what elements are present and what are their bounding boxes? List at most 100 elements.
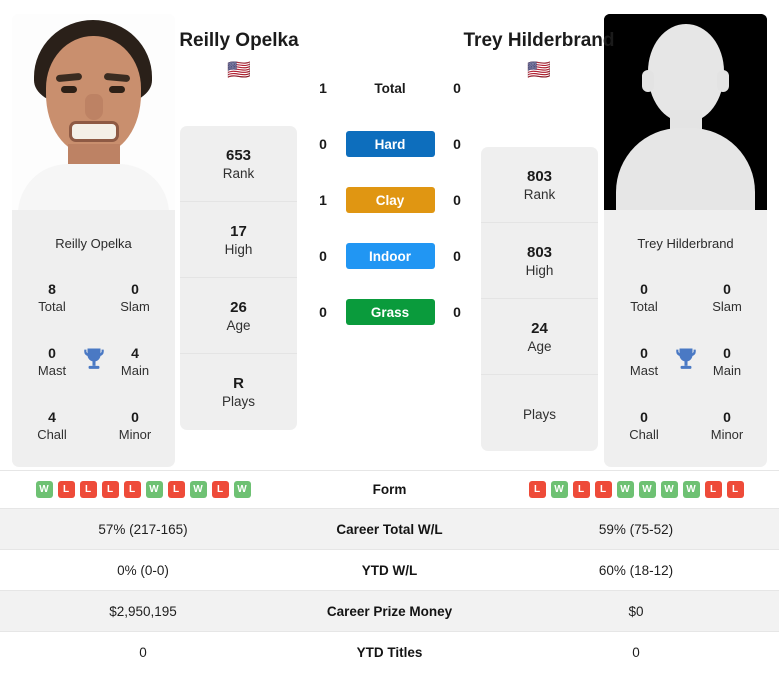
stat-label: Age — [226, 317, 251, 333]
left-cell: 0% (0-0) — [117, 562, 169, 578]
stat-cell: 24 Age — [481, 299, 598, 375]
titles-value: 4 — [48, 408, 56, 425]
titles-label: Minor — [118, 426, 152, 442]
left-player-titles-card: Reilly Opelka 8 Total 0 Slam 0 Mast 4 Ma… — [12, 222, 175, 467]
stat-label: Plays — [221, 394, 255, 409]
person-silhouette-icon — [604, 14, 767, 210]
form-badge: L — [704, 481, 722, 498]
row-label: Career Total W/L — [336, 521, 443, 537]
form-badge: W — [682, 481, 700, 498]
left-cell: 57% (217-165) — [98, 521, 188, 537]
titles-row: 0 Mast 4 Main — [12, 329, 175, 393]
titles-label: Slam — [712, 298, 742, 314]
stat-value: 24 — [531, 319, 548, 337]
stat-label: High — [525, 262, 554, 278]
right-cell: 0 — [632, 644, 640, 660]
form-badge: W — [233, 481, 251, 498]
h2h-surface-row: 0 Indoor 0 — [300, 228, 480, 284]
titles-value: 0 — [640, 344, 648, 361]
stat-cell: R Plays — [180, 354, 297, 430]
titles-value: 0 — [723, 344, 731, 361]
form-badge: W — [660, 481, 678, 498]
stat-label: High — [224, 241, 253, 257]
right-cell: 59% (75-52) — [598, 521, 674, 537]
titles-label: Mast — [37, 362, 67, 378]
h2h-right-score: 0 — [453, 136, 461, 152]
titles-value: 4 — [131, 344, 139, 361]
grass-court-badge[interactable]: Grass — [345, 299, 435, 325]
flag-us-icon: 🇺🇸 — [227, 60, 251, 82]
hard-court-badge[interactable]: Hard — [345, 131, 435, 157]
h2h-left-score: 1 — [319, 192, 327, 208]
titles-pair-right: 0 Main — [701, 345, 753, 378]
h2h-surface-column: 1 Total 0 0 Hard 0 1 Clay 0 0 Indoor 0 0 Grass 0 — [300, 60, 480, 340]
stat-value: 17 — [230, 222, 247, 240]
titles-pair-left: 4 Chall — [26, 409, 78, 442]
stat-label: Rank — [222, 165, 255, 181]
trophy-icon — [81, 345, 107, 375]
left-player-stat-stack: 653 Rank 17 High 26 Age R Plays — [180, 126, 297, 430]
right-player-stat-stack: 803 Rank 803 High 24 Age Plays — [481, 147, 598, 451]
clay-court-badge[interactable]: Clay — [345, 187, 435, 213]
titles-value: 0 — [723, 408, 731, 425]
h2h-surface-row: 0 Grass 0 — [300, 284, 480, 340]
h2h-right-score: 0 — [453, 80, 461, 96]
indoor-court-badge[interactable]: Indoor — [345, 243, 435, 269]
right-player-photo — [604, 14, 767, 210]
titles-pair-left: 0 Chall — [618, 409, 670, 442]
h2h-right-score: 0 — [453, 248, 461, 264]
form-badge: W — [145, 481, 163, 498]
form-badge: L — [726, 481, 744, 498]
stat-cell: 653 Rank — [180, 126, 297, 202]
h2h-surface-row: 1 Clay 0 — [300, 172, 480, 228]
titles-label: Total — [38, 298, 66, 314]
form-badge: W — [189, 481, 207, 498]
h2h-left-score: 0 — [319, 136, 327, 152]
right-cell: $0 — [628, 603, 644, 619]
titles-label: Chall — [37, 426, 67, 442]
left-cell: 0 — [139, 644, 147, 660]
titles-label: Minor — [710, 426, 744, 442]
row-label: Career Prize Money — [326, 603, 453, 619]
form-badge: W — [35, 481, 53, 498]
stat-value: 803 — [526, 167, 553, 185]
titles-label: Main — [120, 362, 150, 378]
stat-cell: 803 Rank — [481, 147, 598, 223]
titles-value: 0 — [48, 344, 56, 361]
titles-pair-right: 0 Minor — [109, 409, 161, 442]
titles-label: Slam — [120, 298, 150, 314]
form-badge: L — [594, 481, 612, 498]
form-badge: L — [572, 481, 590, 498]
titles-label: Mast — [629, 362, 659, 378]
titles-value: 0 — [723, 280, 731, 297]
left-player-form: WLLLLWLWLW — [0, 481, 286, 498]
titles-row: 0 Chall 0 Minor — [604, 393, 767, 457]
titles-pair-left: 8 Total — [26, 281, 78, 314]
left-cell: $2,950,195 — [109, 603, 177, 619]
stat-cell: Plays — [481, 375, 598, 451]
form-badge: W — [638, 481, 656, 498]
h2h-right-score: 0 — [453, 192, 461, 208]
left-player-name[interactable]: Reilly Opelka — [154, 30, 324, 52]
titles-label: Total — [630, 298, 658, 314]
h2h-left-score: 0 — [319, 304, 327, 320]
row-label: YTD Titles — [356, 644, 423, 660]
row-label: Form — [372, 482, 407, 497]
form-badge: W — [616, 481, 634, 498]
stat-cell: 26 Age — [180, 278, 297, 354]
titles-value: 8 — [48, 280, 56, 297]
stat-label: Plays — [522, 406, 556, 422]
titles-pair-left: 0 Total — [618, 281, 670, 314]
titles-pair-left: 0 Mast — [618, 345, 670, 378]
form-badge: L — [528, 481, 546, 498]
titles-pair-right: 0 Slam — [109, 281, 161, 314]
form-badge: L — [211, 481, 229, 498]
comparison-stats-table: W L L L L W L W L W Form L W L L W W W W L L 57% (217-165) Car… — [0, 470, 779, 672]
titles-row: 0 Mast 0 Main — [604, 329, 767, 393]
form-badge: L — [79, 481, 97, 498]
titles-card-name: Reilly Opelka — [55, 236, 132, 251]
form-badge: W — [550, 481, 568, 498]
titles-value: 0 — [640, 408, 648, 425]
right-player-name[interactable]: Trey Hilderbrand — [454, 30, 624, 52]
right-player-titles-card: Trey Hilderbrand 0 Total 0 Slam 0 Mast 0… — [604, 222, 767, 467]
